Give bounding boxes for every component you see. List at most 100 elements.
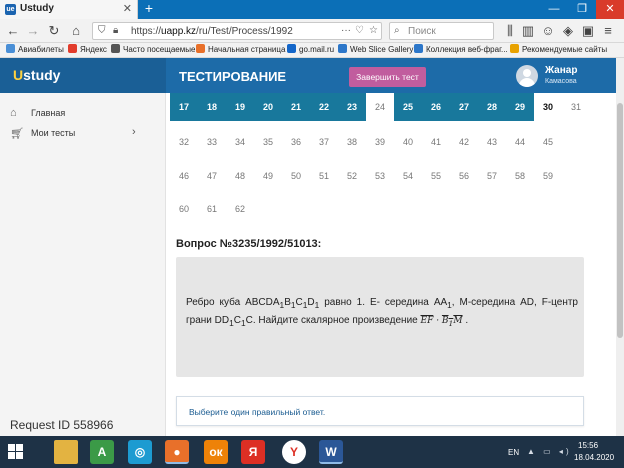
question-number-52[interactable]: 52 <box>338 162 366 190</box>
windows-start-icon[interactable] <box>8 444 24 460</box>
extension-icon[interactable]: ◈ <box>560 23 576 39</box>
search-box[interactable]: ⌕ Поиск <box>389 22 494 40</box>
question-number-42[interactable]: 42 <box>450 128 478 156</box>
extension-icon[interactable]: ▣ <box>580 23 596 39</box>
question-number-38[interactable]: 38 <box>338 128 366 156</box>
yandex-browser-icon[interactable]: Я <box>241 440 265 464</box>
question-number-62[interactable]: 62 <box>226 195 254 223</box>
tab-close-icon[interactable]: ✕ <box>123 2 132 15</box>
question-number-46[interactable]: 46 <box>170 162 198 190</box>
address-bar[interactable]: ⛉ 🔒︎ https://uapp.kz/ru/Test/Process/199… <box>92 22 382 40</box>
clock-date[interactable]: 18.04.2020 <box>574 453 614 462</box>
question-number-35[interactable]: 35 <box>254 128 282 156</box>
back-arrow-icon[interactable]: ← <box>5 23 21 39</box>
question-number-57[interactable]: 57 <box>478 162 506 190</box>
pocket-icon[interactable]: ♡ <box>355 25 364 36</box>
question-formula: EF · B1M <box>420 316 463 328</box>
close-window-button[interactable]: ✕ <box>596 0 624 19</box>
question-number-22[interactable]: 22 <box>310 93 338 121</box>
sidebar-item-home[interactable]: ⌂ Главная <box>0 105 166 123</box>
more-dots-icon[interactable]: ··· <box>341 25 351 36</box>
account-icon[interactable]: ☺ <box>540 23 556 39</box>
question-number-19[interactable]: 19 <box>226 93 254 121</box>
brand-logo[interactable]: Ustudy <box>13 67 60 83</box>
question-number-30[interactable]: 30 <box>534 93 562 121</box>
user-name[interactable]: Жанар <box>545 65 577 76</box>
question-number-60[interactable]: 60 <box>170 195 198 223</box>
minimize-button[interactable]: — <box>540 0 568 19</box>
clock-time[interactable]: 15:56 <box>578 441 598 450</box>
question-number-24[interactable]: 24 <box>366 93 394 121</box>
chrome-like-icon[interactable]: ◎ <box>128 440 152 464</box>
question-number-25[interactable]: 25 <box>394 93 422 121</box>
android-studio-icon[interactable]: A <box>90 440 114 464</box>
question-number-40[interactable]: 40 <box>394 128 422 156</box>
question-number-54[interactable]: 54 <box>394 162 422 190</box>
question-number-50[interactable]: 50 <box>282 162 310 190</box>
bookmark-item[interactable]: Яндекс <box>68 44 107 54</box>
menu-icon[interactable]: ≡ <box>600 23 616 39</box>
word-icon[interactable]: W <box>319 440 343 464</box>
question-number-53[interactable]: 53 <box>366 162 394 190</box>
question-number-47[interactable]: 47 <box>198 162 226 190</box>
question-number-36[interactable]: 36 <box>282 128 310 156</box>
question-number-33[interactable]: 33 <box>198 128 226 156</box>
question-number-43[interactable]: 43 <box>478 128 506 156</box>
bookmark-item[interactable]: Часто посещаемые <box>111 44 195 54</box>
page-scrollbar[interactable] <box>616 58 624 436</box>
keyboard-language[interactable]: EN <box>508 448 519 457</box>
bookmark-item[interactable]: Web Slice Gallery <box>338 44 413 54</box>
question-number-39[interactable]: 39 <box>366 128 394 156</box>
question-number-61[interactable]: 61 <box>198 195 226 223</box>
odnoklassniki-icon[interactable]: ок <box>204 440 228 464</box>
sidebar-item-my-tests[interactable]: 🛒︎ Мои тесты › <box>0 125 166 143</box>
question-number-48[interactable]: 48 <box>226 162 254 190</box>
question-number-37[interactable]: 37 <box>310 128 338 156</box>
question-number-58[interactable]: 58 <box>506 162 534 190</box>
question-number-31[interactable]: 31 <box>562 93 590 121</box>
question-number-27[interactable]: 27 <box>450 93 478 121</box>
yandex-icon <box>68 44 77 53</box>
question-number-59[interactable]: 59 <box>534 162 562 190</box>
library-icon[interactable]: ⫼ <box>502 23 518 39</box>
question-number-21[interactable]: 21 <box>282 93 310 121</box>
reload-icon[interactable]: ↻ <box>46 23 62 39</box>
bookmark-item[interactable]: go.mail.ru <box>287 44 334 54</box>
question-number-18[interactable]: 18 <box>198 93 226 121</box>
question-number-41[interactable]: 41 <box>422 128 450 156</box>
question-number-44[interactable]: 44 <box>506 128 534 156</box>
question-number-26[interactable]: 26 <box>422 93 450 121</box>
question-number-34[interactable]: 34 <box>226 128 254 156</box>
browser-tab-ustudy[interactable]: ue Ustudy ✕ <box>0 0 138 19</box>
forward-arrow-icon[interactable]: → <box>25 23 41 39</box>
question-number-56[interactable]: 56 <box>450 162 478 190</box>
bookmarks-bar: Авиабилеты Яндекс Часто посещаемые Начал… <box>0 43 624 58</box>
question-number-23[interactable]: 23 <box>338 93 366 121</box>
bookmark-star-icon[interactable]: ☆ <box>369 25 378 36</box>
sidebar-toggle-icon[interactable]: ▥ <box>520 23 536 39</box>
avatar[interactable] <box>516 65 538 87</box>
question-number-20[interactable]: 20 <box>254 93 282 121</box>
bookmark-item[interactable]: Начальная страница <box>196 44 285 54</box>
new-tab-button[interactable]: + <box>141 0 157 16</box>
question-number-55[interactable]: 55 <box>422 162 450 190</box>
question-number-28[interactable]: 28 <box>478 93 506 121</box>
yandex-icon[interactable]: Y <box>282 440 306 464</box>
question-number-29[interactable]: 29 <box>506 93 534 121</box>
bookmark-item[interactable]: Рекомендуемые сайты <box>510 44 607 54</box>
question-number-17[interactable]: 17 <box>170 93 198 121</box>
file-explorer-icon[interactable] <box>54 440 78 464</box>
windows-taskbar: A ◎ ● ок Я Y W EN ▲ ▭ ◂) 15:56 18.04.2020 <box>0 436 624 468</box>
scrollbar-thumb[interactable] <box>617 103 623 338</box>
question-number-45[interactable]: 45 <box>534 128 562 156</box>
maximize-button[interactable]: ❐ <box>568 0 596 19</box>
question-number-49[interactable]: 49 <box>254 162 282 190</box>
finish-test-button[interactable]: Завершить тест <box>349 67 426 87</box>
bookmark-item[interactable]: Авиабилеты <box>6 44 64 54</box>
home-icon[interactable]: ⌂ <box>68 23 84 39</box>
question-number-32[interactable]: 32 <box>170 128 198 156</box>
firefox-icon[interactable]: ● <box>165 440 189 464</box>
tray-icons[interactable]: ▲ ▭ ◂) <box>527 447 572 456</box>
bookmark-item[interactable]: Коллекция веб-фраг... <box>414 44 508 54</box>
question-number-51[interactable]: 51 <box>310 162 338 190</box>
